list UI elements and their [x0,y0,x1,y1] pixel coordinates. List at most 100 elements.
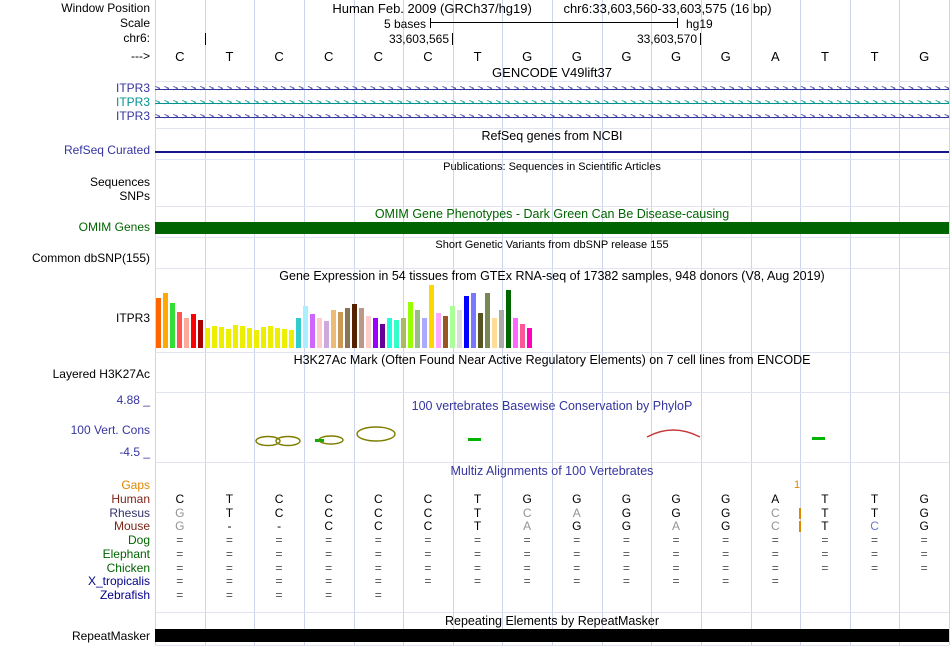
track-separator [155,462,949,463]
track-label-itpr3-1[interactable]: ITPR3 [0,82,150,95]
alignment-base: T [205,493,255,506]
sequence-base: C [403,50,453,64]
alignment-base: = [701,534,751,547]
gtex-tissue-bar [289,330,294,348]
alignment-base: = [751,534,801,547]
sequence-base: T [800,50,850,64]
strand-arrows: >>>>>>>>>>>>>>>>>>>>>>>>>>>>>>>>>>>>>>>>… [155,97,949,109]
alignment-base: C [751,520,801,533]
track-label-snps[interactable]: SNPs [0,190,150,203]
track-label-repeatmasker[interactable]: RepeatMasker [0,630,150,643]
gtex-tissue-bar [436,313,441,348]
track-label-itpr3-2[interactable]: ITPR3 [0,96,150,109]
alignment-base: = [254,589,304,602]
alignment-base: C [354,493,404,506]
alignment-base: = [899,548,949,561]
gtex-tissue-bar [184,318,189,348]
gtex-tissue-bar [268,326,273,348]
track-label-gtex-itpr3[interactable]: ITPR3 [0,312,150,325]
sequence-track[interactable]: CTCCCCTGGGGGATTG [0,50,950,64]
conservation-mark [357,427,395,441]
alignment-base: = [205,548,255,561]
gtex-tissue-bar [254,330,259,348]
alignment-base: = [602,548,652,561]
gaps-label[interactable]: Gaps [0,479,150,492]
sequence-base: G [602,50,652,64]
conservation-min-label: -4.5 _ [0,446,150,459]
sequence-base: A [751,50,801,64]
track-label-common-dbsnp[interactable]: Common dbSNP(155) [0,252,150,265]
alignment-base: = [651,534,701,547]
alignment-base: G [651,493,701,506]
alignment-base: = [751,548,801,561]
scale-label: Scale [0,17,150,30]
alignment-base: = [602,534,652,547]
alignment-base: = [651,575,701,588]
alignment-base: C [254,493,304,506]
gtex-tissue-bar [415,310,420,348]
alignment-base: G [701,493,751,506]
gtex-tissue-bar [338,312,343,348]
gene-row-itpr3-1[interactable]: >>>>>>>>>>>>>>>>>>>>>>>>>>>>>>>>>>>>>>>>… [155,83,949,95]
refseq-gene-line[interactable] [155,151,949,153]
gtex-tissue-bar [170,303,175,348]
alignment-base: G [602,520,652,533]
genome-browser-image: Window Position Human Feb. 2009 (GRCh37/… [0,0,950,660]
gtex-tissue-bar [520,324,525,348]
omim-gene-bar[interactable] [155,222,949,234]
alignment-base: = [850,534,900,547]
scale-bar [430,18,678,28]
gtex-tissue-bar [443,316,448,348]
gtex-tissue-bar [156,298,161,348]
omim-title: OMIM Gene Phenotypes - Dark Green Can Be… [155,208,949,221]
strand-arrows: >>>>>>>>>>>>>>>>>>>>>>>>>>>>>>>>>>>>>>>>… [155,83,949,95]
gene-row-itpr3-2[interactable]: >>>>>>>>>>>>>>>>>>>>>>>>>>>>>>>>>>>>>>>>… [155,97,949,109]
track-label-sequences[interactable]: Sequences [0,176,150,189]
track-label-100-vert-cons[interactable]: 100 Vert. Cons [0,424,150,437]
species-label-elephant[interactable]: Elephant [0,548,150,561]
assembly-name: Human Feb. 2009 (GRCh37/hg19) [332,1,531,16]
gtex-tissue-bar [198,320,203,348]
track-label-itpr3-3[interactable]: ITPR3 [0,110,150,123]
gtex-tissue-bar [296,318,301,348]
alignment-base: = [502,575,552,588]
alignment-base: = [502,548,552,561]
alignment-base: = [602,575,652,588]
species-label-x-tropicalis[interactable]: X_tropicalis [0,575,150,588]
track-label-refseq-curated[interactable]: RefSeq Curated [0,144,150,157]
gtex-tissue-bar [478,313,483,348]
species-label-dog[interactable]: Dog [0,534,150,547]
gtex-tissue-bar [240,326,245,348]
gtex-tissue-bar [450,306,455,348]
repeatmasker-bar[interactable] [155,629,949,642]
gtex-tissue-bar [380,324,385,348]
gtex-tissue-bar [303,306,308,348]
gtex-tissue-bar [331,310,336,348]
species-label-mouse[interactable]: Mouse [0,520,150,533]
alignment-base: G [899,520,949,533]
alignment-base: = [155,534,205,547]
track-label-omim-genes[interactable]: OMIM Genes [0,221,150,234]
alignment-base: = [453,575,503,588]
gtex-tissue-bar [464,296,469,348]
track-label-layered-h3k27ac[interactable]: Layered H3K27Ac [0,368,150,381]
sequence-base: C [254,50,304,64]
alignment-base: = [800,548,850,561]
gtex-tissue-bar [492,318,497,348]
alignment-base: C [403,493,453,506]
sequence-base: G [899,50,949,64]
gtex-expression-chart[interactable] [156,285,536,348]
alignment-base: G [899,493,949,506]
alignment-base: = [751,575,801,588]
alignment-base: C [403,520,453,533]
gtex-tissue-bar [429,285,434,348]
gene-row-itpr3-3[interactable]: >>>>>>>>>>>>>>>>>>>>>>>>>>>>>>>>>>>>>>>>… [155,111,949,123]
conservation-track[interactable] [155,395,949,460]
species-label-human[interactable]: Human [0,493,150,506]
strand-arrows: >>>>>>>>>>>>>>>>>>>>>>>>>>>>>>>>>>>>>>>>… [155,111,949,123]
alignment-base: = [155,548,205,561]
alignment-base: = [850,548,900,561]
alignment-base: = [304,589,354,602]
species-label-zebrafish[interactable]: Zebrafish [0,589,150,602]
alignment-base: = [354,548,404,561]
